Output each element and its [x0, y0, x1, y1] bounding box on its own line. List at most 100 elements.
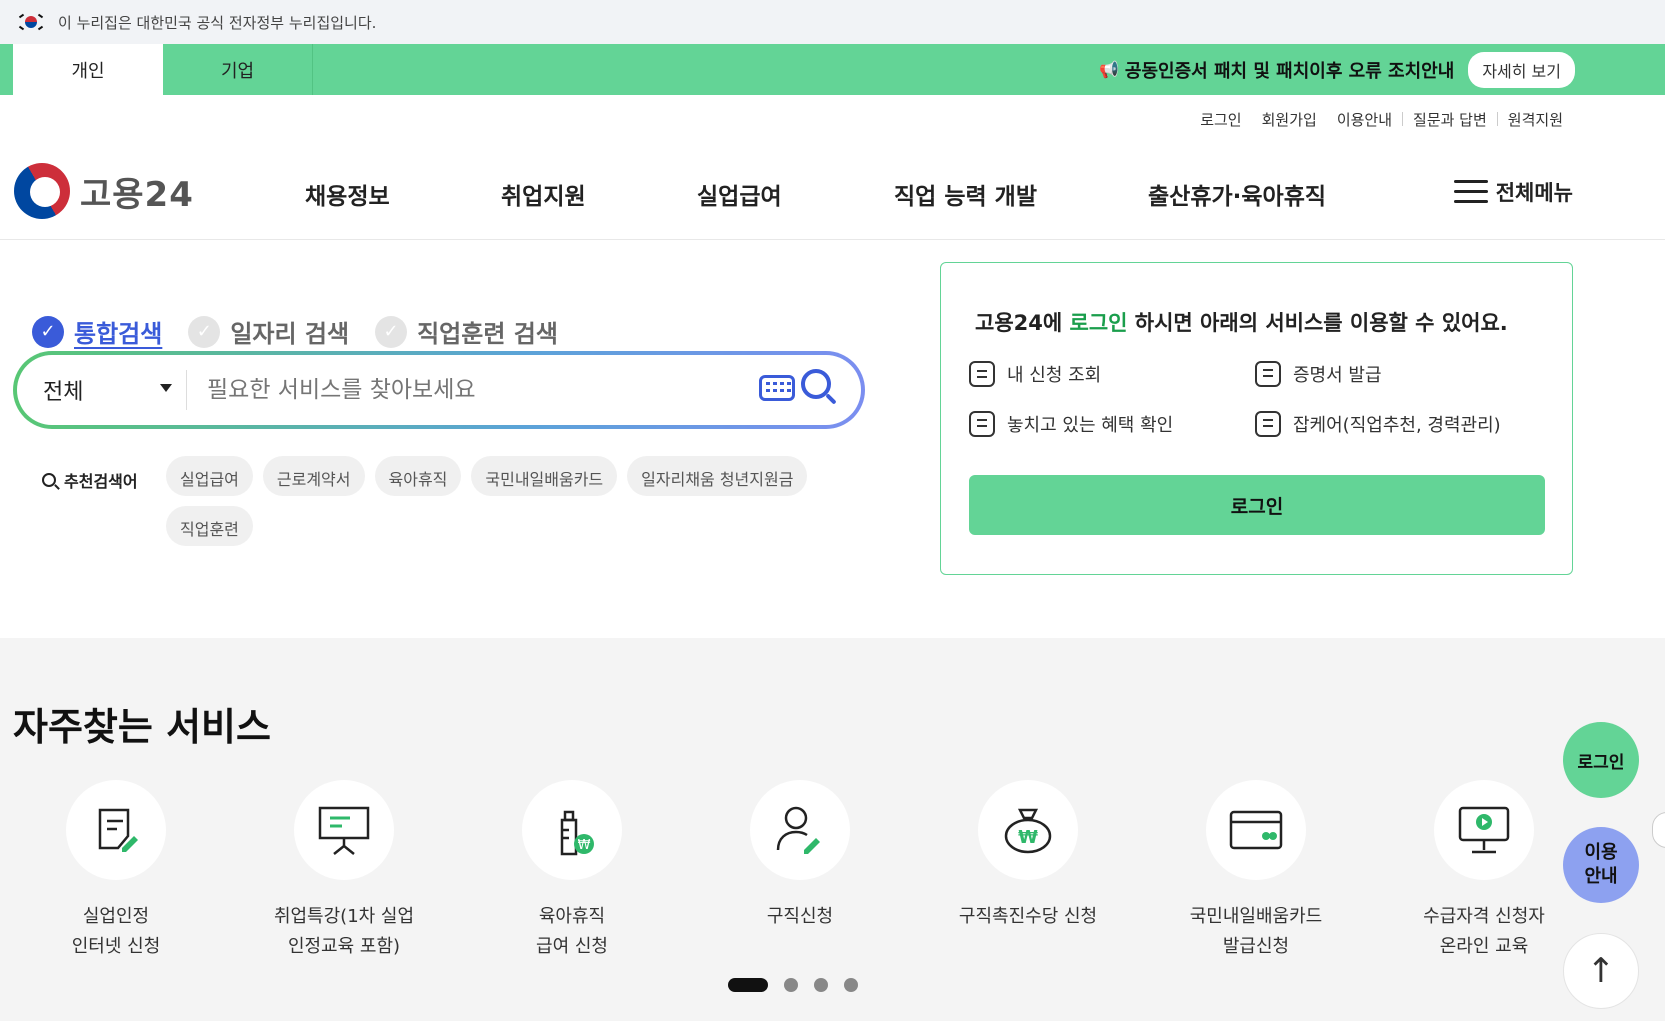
guide-line2: 안내 — [1584, 866, 1618, 887]
tab-company[interactable]: 기업 — [163, 44, 313, 95]
login-card: 고용24에 로그인 하시면 아래의 서비스를 이용할 수 있어요. 내 신청 조… — [940, 262, 1573, 575]
top-strip: 개인 기업 📢 공동인증서 패치 및 패치이후 오류 조치안내 자세히 보기 — [0, 44, 1665, 95]
certificate-icon — [1255, 361, 1281, 387]
guide-line1: 이용 — [1584, 842, 1618, 863]
nav-item-employment-support[interactable]: 취업지원 — [501, 177, 586, 211]
service-label: 구직촉진수당 신청 — [958, 906, 1098, 927]
person-pen-icon — [750, 780, 850, 880]
pagination-dot[interactable] — [844, 978, 858, 992]
scroll-top-button[interactable]: ↑ — [1563, 933, 1639, 1009]
service-item-learning-card[interactable]: 국민내일배움카드발급신청 — [1146, 780, 1366, 962]
nav-item-unemployment-benefit[interactable]: 실업급여 — [697, 177, 782, 211]
gov-banner-text: 이 누리집은 대한민국 공식 전자정부 누리집입니다. — [58, 13, 377, 32]
keyword-chip[interactable]: 육아휴직 — [374, 456, 462, 496]
tab-label: 직업훈련 검색 — [417, 320, 558, 348]
service-label-line2: 인터넷 신청 — [71, 936, 161, 957]
check-circle-icon: ✓ — [188, 315, 221, 348]
service-label: 구직신청 — [766, 906, 834, 927]
service-label: 실업인정 — [82, 906, 150, 927]
util-guide-link[interactable]: 이용안내 — [1327, 109, 1402, 130]
monitor-play-icon — [1434, 780, 1534, 880]
floating-guide-button[interactable]: 이용안내 — [1563, 827, 1639, 903]
korean-flag-icon — [18, 13, 44, 31]
megaphone-icon: 📢 — [1098, 60, 1119, 79]
pagination-dot[interactable] — [784, 978, 798, 992]
pagination-dot[interactable] — [814, 978, 828, 992]
nav-item-jobs[interactable]: 채용정보 — [305, 177, 390, 211]
service-certificate[interactable]: 증명서 발급 — [1255, 361, 1382, 387]
search-box: 전체 — [13, 351, 865, 429]
title-suffix: 하시면 아래의 서비스를 이용할 수 있어요. — [1127, 311, 1508, 335]
svg-text:₩: ₩ — [578, 838, 591, 853]
util-qna-link[interactable]: 질문과 답변 — [1403, 109, 1497, 130]
utility-links: 로그인 회원가입 이용안내 질문과 답변 원격지원 — [0, 95, 1665, 143]
tab-training-search[interactable]: ✓ 직업훈련 검색 — [375, 314, 558, 349]
check-circle-icon: ✓ — [375, 315, 408, 348]
tab-job-search[interactable]: ✓ 일자리 검색 — [188, 314, 349, 349]
frequent-services: 자주찾는 서비스 실업인정인터넷 신청 취업특강(1차 실업인정교육 포함) ₩… — [0, 638, 1665, 1021]
service-label: 취업특강(1차 실업 — [273, 906, 415, 927]
service-item-employment-lecture[interactable]: 취업특강(1차 실업인정교육 포함) — [234, 780, 454, 962]
carousel-pagination — [728, 978, 874, 992]
clipboard-clock-icon — [1255, 411, 1281, 437]
keyboard-icon[interactable] — [759, 375, 795, 401]
tab-personal[interactable]: 개인 — [13, 44, 163, 95]
service-label-line2: 발급신청 — [1222, 936, 1290, 957]
service-item-job-application[interactable]: 구직신청 — [690, 780, 910, 932]
pagination-dot[interactable] — [728, 978, 768, 992]
all-menu-label: 전체메뉴 — [1495, 181, 1573, 205]
service-item-online-education[interactable]: 수급자격 신청자 온라인 교육 — [1374, 780, 1594, 962]
service-label-line2: 급여 신청 — [536, 936, 608, 957]
service-my-applications[interactable]: 내 신청 조회 — [969, 361, 1101, 387]
card-icon — [1206, 780, 1306, 880]
search-area: ✓ 통합검색 ✓ 일자리 검색 ✓ 직업훈련 검색 전체 필요한 서비스를 찾아… — [0, 241, 880, 601]
global-nav: 채용정보 취업지원 실업급여 직업 능력 개발 출산휴가·육아휴직 — [0, 143, 1665, 240]
nav-item-parental-leave[interactable]: 출산휴가·육아휴직 — [1148, 177, 1326, 211]
keyword-chip[interactable]: 근로계약서 — [262, 456, 365, 496]
util-remote-link[interactable]: 원격지원 — [1498, 109, 1573, 130]
caret-down-icon — [160, 384, 172, 392]
gov-banner: 이 누리집은 대한민국 공식 전자정부 누리집입니다. — [0, 0, 1665, 44]
service-label: 국민내일배움카드 — [1189, 906, 1323, 927]
title-login-link[interactable]: 로그인 — [1070, 311, 1128, 335]
all-menu-button[interactable]: 전체메뉴 — [1453, 177, 1573, 207]
util-join-link[interactable]: 회원가입 — [1252, 109, 1327, 130]
search-tabs: ✓ 통합검색 ✓ 일자리 검색 ✓ 직업훈련 검색 — [32, 314, 584, 349]
search-input[interactable] — [207, 377, 707, 403]
notice-detail-button[interactable]: 자세히 보기 — [1468, 51, 1575, 88]
baby-bottle-won-icon: ₩ — [522, 780, 622, 880]
select-value: 전체 — [43, 380, 84, 405]
arrow-up-icon: ↑ — [1586, 951, 1616, 991]
search-icon[interactable] — [801, 369, 837, 407]
section-title: 자주찾는 서비스 — [13, 705, 271, 749]
util-login-link[interactable]: 로그인 — [1190, 109, 1251, 130]
document-search-icon — [969, 411, 995, 437]
service-item-job-promotion-allowance[interactable]: ₩ 구직촉진수당 신청 — [918, 780, 1138, 932]
service-label-line2: 인정교육 포함) — [287, 936, 401, 957]
login-card-title: 고용24에 로그인 하시면 아래의 서비스를 이용할 수 있어요. — [975, 307, 1508, 337]
keyword-chip[interactable]: 국민내일배움카드 — [471, 456, 618, 496]
keyword-chip[interactable]: 직업훈련 — [166, 506, 253, 546]
notice-text[interactable]: 공동인증서 패치 및 패치이후 오류 조치안내 — [1125, 57, 1454, 83]
service-label: 수급자격 신청자 — [1423, 906, 1545, 927]
service-jobcare[interactable]: 잡케어(직업추천, 경력관리) — [1255, 411, 1501, 437]
keyword-chip[interactable]: 실업급여 — [166, 456, 253, 496]
tab-integrated-search[interactable]: ✓ 통합검색 — [32, 314, 162, 349]
title-prefix: 고용24에 — [975, 311, 1070, 335]
search-category-select[interactable]: 전체 — [17, 370, 187, 410]
nav-item-skill-development[interactable]: 직업 능력 개발 — [894, 177, 1037, 211]
keyword-chip[interactable]: 일자리채움 청년지원금 — [627, 456, 808, 496]
main-header: 고용24 채용정보 취업지원 실업급여 직업 능력 개발 출산휴가·육아휴직 전… — [0, 143, 1665, 240]
search-icon — [42, 473, 56, 487]
login-button[interactable]: 로그인 — [969, 475, 1545, 535]
svg-text:₩: ₩ — [1018, 827, 1038, 848]
presentation-board-icon — [294, 780, 394, 880]
service-item-unemployment-recognition[interactable]: 실업인정인터넷 신청 — [6, 780, 226, 962]
service-item-parental-leave-benefit[interactable]: ₩ 육아휴직 급여 신청 — [462, 780, 682, 962]
service-missed-benefits[interactable]: 놓치고 있는 혜택 확인 — [969, 411, 1173, 437]
floating-login-button[interactable]: 로그인 — [1563, 722, 1639, 798]
check-circle-icon: ✓ — [32, 315, 64, 348]
tab-label: 통합검색 — [74, 320, 163, 348]
service-label: 놓치고 있는 혜택 확인 — [1007, 415, 1174, 436]
tab-label: 일자리 검색 — [230, 320, 350, 348]
